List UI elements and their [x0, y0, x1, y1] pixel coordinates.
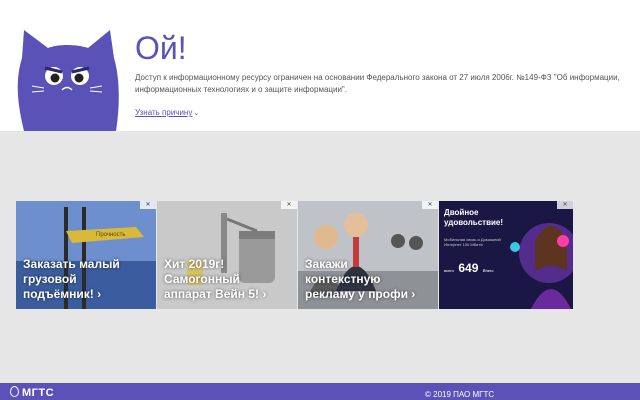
- learn-reason-link[interactable]: Узнать причину⌄: [135, 108, 199, 117]
- ad-mgts-price-unit: ₽/мес: [482, 268, 494, 273]
- cat-icon: [17, 30, 119, 131]
- footer-brand: МГТС: [22, 387, 55, 399]
- close-icon[interactable]: ✕: [140, 201, 156, 209]
- chevron-down-icon: ⌄: [193, 110, 200, 117]
- ad-mgts-internet[interactable]: ✕ Двойное удовольствие! Мобильная связь …: [439, 201, 573, 309]
- ad-mgts-price-value: 649: [458, 261, 479, 275]
- ad-mgts-price-prefix: всего: [444, 268, 454, 273]
- ad-lift-image-text: Прочность: [96, 232, 126, 238]
- page-title: Ой!: [135, 30, 187, 66]
- ad-mgts-subtext: Мобильная связь и Домашний Интернет 100 …: [444, 237, 501, 247]
- footer-copyright: © 2019 ПАО МГТС: [425, 390, 495, 399]
- footer: [0, 383, 640, 400]
- mgts-logo-icon: [10, 386, 19, 397]
- footer-logo[interactable]: МГТС: [10, 386, 54, 399]
- ad-mgts-headline: Двойное удовольствие!: [444, 208, 504, 227]
- ad-context[interactable]: ✕ Закажи контекстную рекламу у профи ›: [298, 201, 438, 309]
- ad-distiller-caption: Хит 2019г! Самогонный аппарат Вейн 5! ›: [164, 257, 267, 301]
- ad-lift-caption: Заказать малый грузовой подъёмник! ›: [23, 257, 120, 301]
- ad-mgts-price: всего 649 ₽/мес: [444, 259, 493, 277]
- close-icon[interactable]: ✕: [281, 201, 297, 209]
- ad-distiller[interactable]: ✕ Хит 2019г! Самогонный аппарат Вейн 5! …: [157, 201, 297, 309]
- close-icon[interactable]: ✕: [422, 201, 438, 209]
- ad-lift[interactable]: Прочность ✕ Заказать малый грузовой подъ…: [16, 201, 156, 309]
- close-icon[interactable]: ✕: [557, 201, 573, 209]
- learn-reason-label: Узнать причину: [135, 108, 193, 117]
- access-restriction-text: Доступ к информационному ресурсу огранич…: [135, 73, 620, 94]
- ad-context-caption: Закажи контекстную рекламу у профи ›: [305, 257, 416, 301]
- message-panel: Ой! Доступ к информационному ресурсу огр…: [0, 0, 640, 131]
